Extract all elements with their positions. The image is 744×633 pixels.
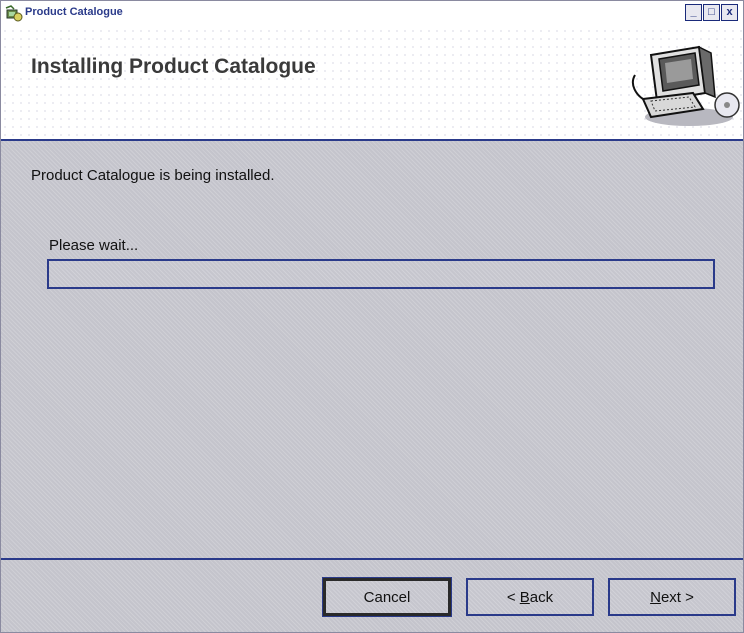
computer-setup-icon bbox=[629, 35, 741, 130]
setup-icon bbox=[5, 5, 23, 23]
back-button-prefix: < bbox=[506, 588, 520, 606]
page-title: Installing Product Catalogue bbox=[31, 55, 316, 78]
back-button[interactable]: < Back bbox=[466, 578, 594, 616]
next-button[interactable]: Next > bbox=[608, 578, 736, 616]
maximize-button[interactable]: □ bbox=[703, 4, 720, 21]
next-button-label: ext > bbox=[660, 588, 694, 606]
close-button[interactable]: x bbox=[721, 4, 738, 21]
next-button-accesskey: N bbox=[650, 588, 661, 606]
wizard-header: Installing Product Catalogue bbox=[1, 27, 743, 141]
window-title: Product Catalogue bbox=[25, 6, 123, 18]
minimize-button[interactable]: _ bbox=[685, 4, 702, 21]
cancel-button[interactable]: Cancel bbox=[322, 577, 452, 617]
install-progress-bar bbox=[47, 259, 715, 289]
footer-divider bbox=[1, 558, 743, 560]
title-bar[interactable]: Product Catalogue _ □ x bbox=[1, 1, 743, 28]
back-button-accesskey: B bbox=[519, 588, 530, 606]
back-button-label: ack bbox=[529, 588, 554, 606]
wait-message: Please wait... bbox=[49, 237, 139, 254]
installer-window: Product Catalogue _ □ x Installing Produ… bbox=[0, 0, 744, 633]
status-message: Product Catalogue is being installed. bbox=[31, 167, 275, 184]
